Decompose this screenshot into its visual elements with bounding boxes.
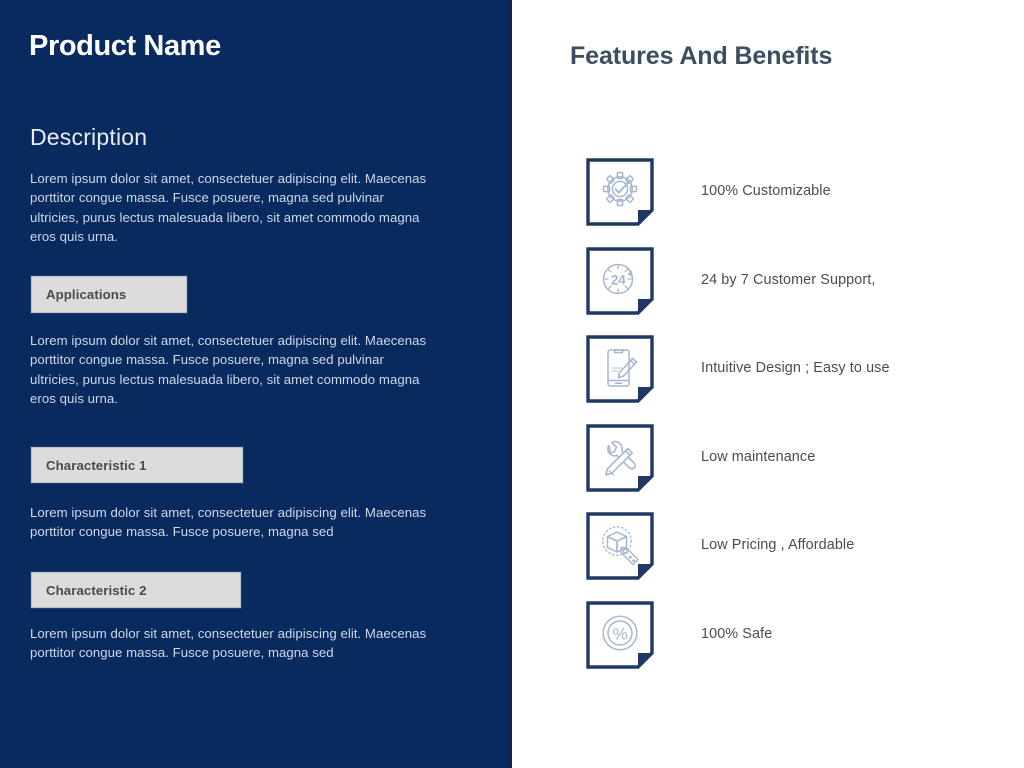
applications-label-text: Applications: [46, 287, 127, 302]
feature-label: 100% Customizable: [701, 183, 831, 199]
characteristic-2-label-chip: Characteristic 2: [31, 572, 241, 608]
feature-label: 100% Safe: [701, 625, 773, 642]
gear-check-icon: [586, 158, 654, 226]
feature-row: % 100% Safe: [586, 600, 1006, 690]
box-price-tag-icon: [586, 512, 654, 580]
feature-label: Intuitive Design ; Easy to use: [701, 360, 890, 376]
characteristic-2-label-text: Characteristic 2: [46, 582, 147, 598]
feature-row: Low Pricing , Affordable: [586, 512, 1006, 601]
svg-text:24: 24: [611, 271, 626, 287]
feature-label: Low maintenance: [701, 448, 816, 465]
applications-label-chip: Applications: [31, 276, 187, 313]
page-title: Product Name: [29, 30, 221, 62]
feature-row: 100% Customizable: [586, 158, 1006, 247]
clock-24-icon: 24: [586, 246, 654, 315]
feature-row: Low maintenance: [586, 423, 1006, 513]
feature-row: Intuitive Design ; Easy to use: [586, 335, 1006, 424]
percent-circle-icon: %: [586, 600, 654, 669]
feature-label: Low Pricing , Affordable: [701, 537, 855, 553]
svg-text:%: %: [612, 624, 627, 643]
feature-label: 24 by 7 Customer Support,: [701, 271, 876, 288]
characteristic-1-label-text: Characteristic 1: [46, 457, 147, 473]
characteristic-1-label-chip: Characteristic 1: [31, 447, 243, 483]
description-heading: Description: [30, 124, 148, 150]
features-list: 100% Customizable 24 24 by 7 Customer Su…: [586, 158, 1006, 689]
characteristic-2-body-text: Lorem ipsum dolor sit amet, consectetuer…: [30, 626, 427, 661]
phone-stylus-icon: [586, 335, 654, 403]
description-body-text: Lorem ipsum dolor sit amet, consectetuer…: [30, 171, 427, 245]
slide-canvas: Product Name Description Lorem ipsum dol…: [0, 0, 1024, 768]
panel-edge-divider: [508, 0, 512, 768]
characteristic-1-body-text: Lorem ipsum dolor sit amet, consectetuer…: [30, 505, 427, 540]
feature-row: 24 24 by 7 Customer Support,: [586, 246, 1006, 336]
features-and-benefits-heading: Features And Benefits: [570, 42, 833, 70]
applications-body-text: Lorem ipsum dolor sit amet, consectetuer…: [30, 333, 427, 407]
wrench-screwdriver-icon: [586, 423, 654, 492]
